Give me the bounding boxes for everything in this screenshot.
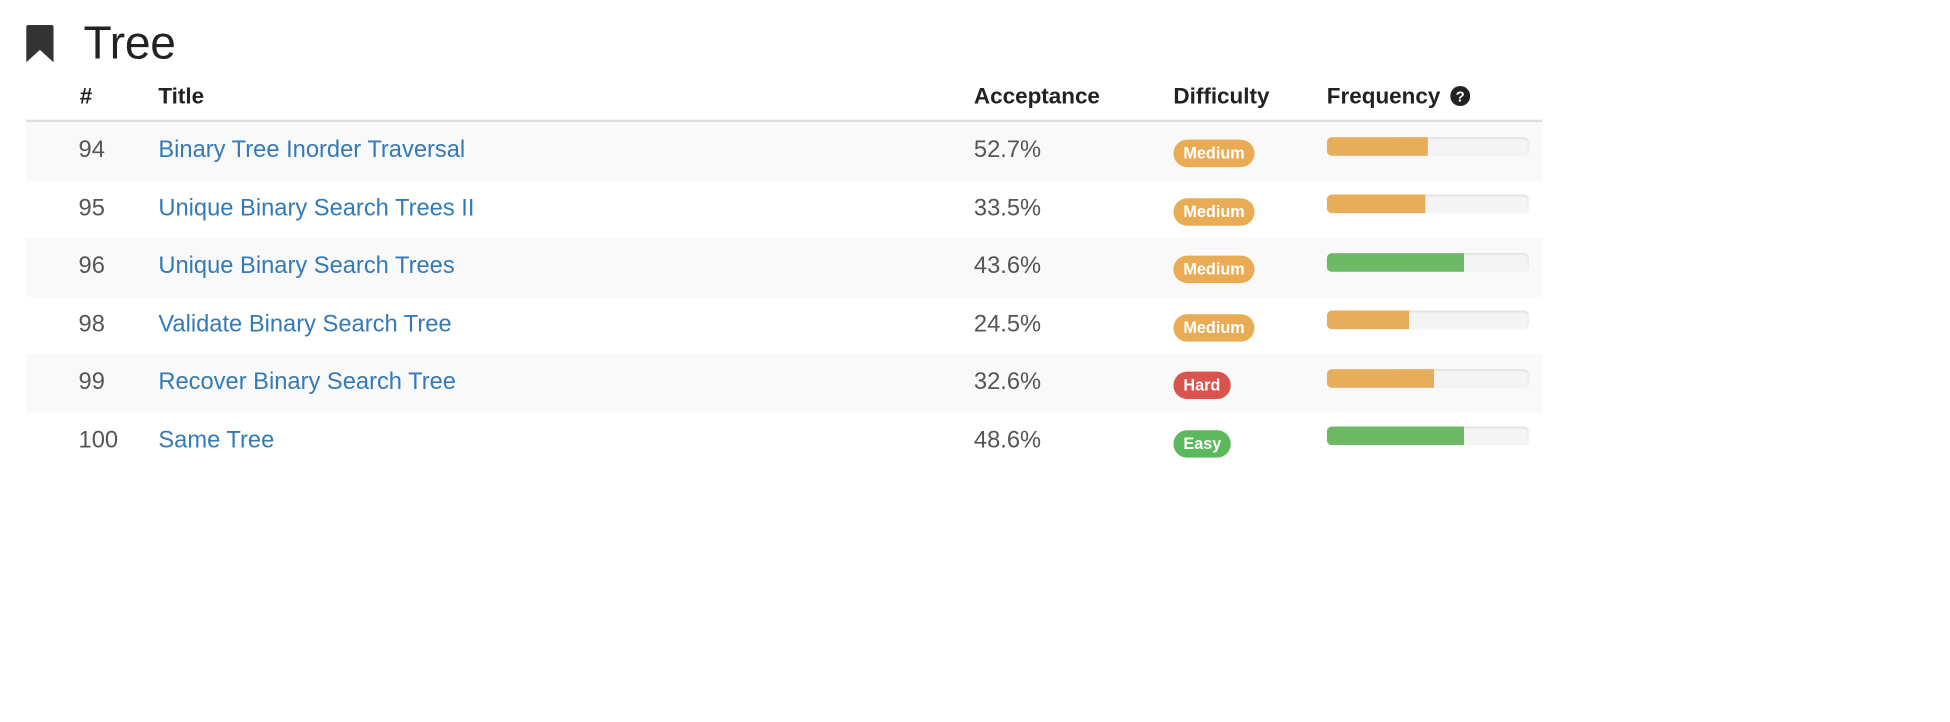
- difficulty-cell: Easy: [1173, 425, 1326, 458]
- problem-title-cell: Unique Binary Search Trees: [158, 253, 974, 280]
- acceptance-rate: 24.5%: [973, 311, 1042, 338]
- acceptance-rate: 33.5%: [973, 195, 1042, 222]
- table-row: 98 Validate Binary Search Tree 24.5% Med…: [26, 296, 1543, 355]
- header-acceptance[interactable]: Acceptance: [974, 83, 1174, 109]
- difficulty-cell: Medium: [1173, 309, 1326, 342]
- table-row: 95 Unique Binary Search Trees II 33.5% M…: [26, 180, 1543, 239]
- problem-title-cell: Same Tree: [158, 427, 974, 454]
- acceptance-rate: 32.6%: [973, 369, 1042, 396]
- table-row: 96 Unique Binary Search Trees 43.6% Medi…: [26, 238, 1543, 297]
- difficulty-cell: Hard: [1173, 367, 1326, 400]
- table-row: 99 Recover Binary Search Tree 32.6% Hard: [26, 354, 1543, 413]
- frequency-bar: [1326, 252, 1529, 272]
- difficulty-cell: Medium: [1173, 251, 1326, 284]
- section-heading: Tree: [26, 15, 176, 72]
- difficulty-badge: Hard: [1173, 371, 1231, 400]
- table-row: 94 Binary Tree Inorder Traversal 52.7% M…: [26, 122, 1543, 181]
- frequency-cell: [1326, 194, 1543, 214]
- problem-number: 94: [78, 137, 105, 164]
- frequency-bar-fill: [1326, 136, 1428, 156]
- problem-title-cell: Unique Binary Search Trees II: [158, 195, 974, 222]
- table-body: 94 Binary Tree Inorder Traversal 52.7% M…: [26, 122, 1543, 471]
- header-difficulty[interactable]: Difficulty: [1173, 83, 1326, 109]
- problem-number: 99: [78, 369, 105, 396]
- frequency-bar-fill: [1326, 426, 1465, 446]
- frequency-bar-fill: [1326, 368, 1434, 388]
- acceptance-rate: 52.7%: [973, 137, 1042, 164]
- difficulty-badge: Medium: [1173, 255, 1255, 284]
- acceptance-rate: 48.6%: [973, 427, 1042, 454]
- difficulty-badge: Medium: [1173, 313, 1255, 342]
- problem-title-link[interactable]: Same Tree: [158, 427, 274, 453]
- frequency-bar: [1326, 194, 1529, 214]
- frequency-bar-fill: [1326, 194, 1426, 214]
- table-row: 100 Same Tree 48.6% Easy: [26, 412, 1543, 471]
- problem-number: 100: [78, 427, 119, 454]
- frequency-cell: [1326, 136, 1543, 156]
- header-number[interactable]: #: [26, 83, 158, 109]
- frequency-bar: [1326, 426, 1529, 446]
- frequency-bar: [1326, 368, 1529, 388]
- frequency-bar: [1326, 310, 1529, 330]
- bookmark-icon: [26, 24, 54, 63]
- problem-title-cell: Binary Tree Inorder Traversal: [158, 137, 974, 164]
- problem-title-link[interactable]: Validate Binary Search Tree: [158, 311, 451, 337]
- frequency-bar: [1326, 136, 1529, 156]
- svg-text:?: ?: [1456, 88, 1465, 105]
- problem-title-link[interactable]: Unique Binary Search Trees: [158, 253, 454, 279]
- difficulty-cell: Medium: [1173, 193, 1326, 226]
- frequency-bar-fill: [1326, 310, 1410, 330]
- problem-number: 98: [78, 311, 105, 338]
- problem-title-link[interactable]: Unique Binary Search Trees II: [158, 195, 474, 221]
- question-circle-icon[interactable]: ?: [1450, 86, 1471, 106]
- difficulty-badge: Medium: [1173, 139, 1255, 168]
- frequency-cell: [1326, 368, 1543, 388]
- frequency-cell: [1326, 426, 1543, 446]
- header-title[interactable]: Title: [158, 83, 974, 109]
- problem-number: 95: [78, 195, 105, 222]
- difficulty-badge: Medium: [1173, 197, 1255, 226]
- header-frequency[interactable]: Frequency ?: [1327, 83, 1543, 109]
- acceptance-rate: 43.6%: [973, 253, 1042, 280]
- difficulty-cell: Medium: [1173, 135, 1326, 168]
- problems-table: # Title Acceptance Difficulty Frequency …: [26, 72, 1543, 471]
- frequency-cell: [1326, 310, 1543, 330]
- problem-title-cell: Recover Binary Search Tree: [158, 369, 974, 396]
- page: Tree # Title Acceptance Difficulty Frequ…: [0, 0, 1950, 722]
- frequency-cell: [1326, 252, 1543, 272]
- problem-number: 96: [78, 253, 105, 280]
- difficulty-badge: Easy: [1173, 429, 1232, 458]
- header-frequency-label: Frequency: [1326, 82, 1441, 108]
- table-header: # Title Acceptance Difficulty Frequency …: [26, 72, 1543, 123]
- problem-title-cell: Validate Binary Search Tree: [158, 311, 974, 338]
- page-title: Tree: [83, 17, 176, 69]
- problem-title-link[interactable]: Binary Tree Inorder Traversal: [158, 137, 465, 163]
- frequency-bar-fill: [1326, 252, 1465, 272]
- problem-title-link[interactable]: Recover Binary Search Tree: [158, 369, 456, 395]
